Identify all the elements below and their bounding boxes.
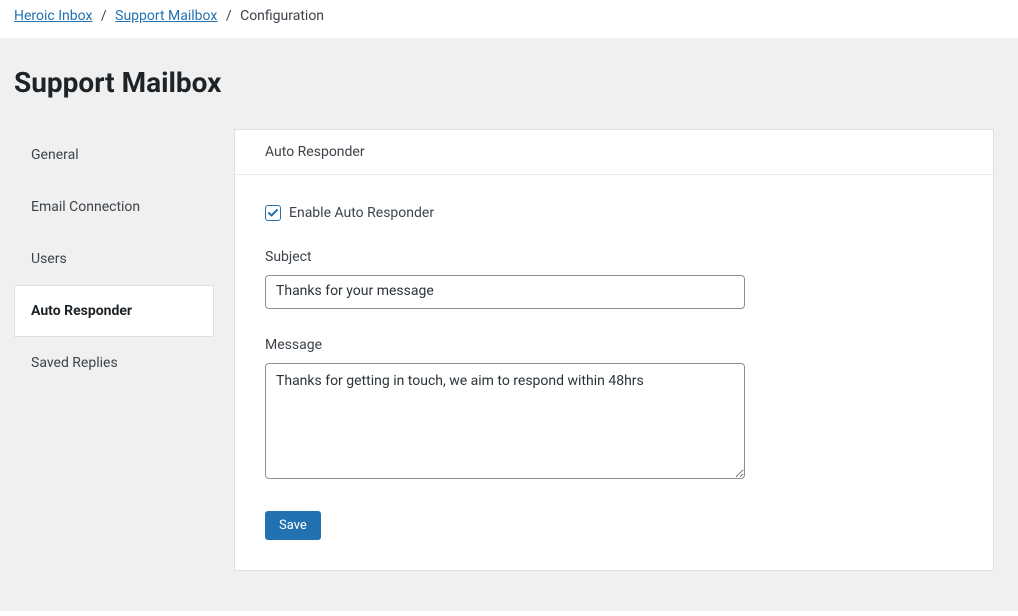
page-title: Support Mailbox (0, 38, 1018, 129)
sidenav: General Email Connection Users Auto Resp… (14, 129, 214, 389)
panel-body: Enable Auto Responder Subject Message Th… (235, 175, 993, 570)
breadcrumb-separator: / (101, 8, 107, 24)
breadcrumb-separator: / (226, 8, 232, 24)
checkmark-icon (267, 207, 279, 219)
panel-header: Auto Responder (235, 130, 993, 175)
enable-auto-responder-label[interactable]: Enable Auto Responder (289, 205, 434, 221)
enable-auto-responder-row: Enable Auto Responder (265, 205, 963, 221)
settings-panel: Auto Responder Enable Auto Responder Sub… (234, 129, 994, 571)
subject-input[interactable] (265, 275, 745, 309)
sidenav-item-general[interactable]: General (14, 129, 214, 181)
message-textarea[interactable]: Thanks for getting in touch, we aim to r… (265, 363, 745, 479)
message-field-group: Message Thanks for getting in touch, we … (265, 337, 963, 483)
subject-label: Subject (265, 249, 963, 265)
main-area: Support Mailbox General Email Connection… (0, 38, 1018, 611)
message-label: Message (265, 337, 963, 353)
sidenav-item-users[interactable]: Users (14, 233, 214, 285)
breadcrumb-link-heroic-inbox[interactable]: Heroic Inbox (14, 8, 92, 24)
sidenav-item-email-connection[interactable]: Email Connection (14, 181, 214, 233)
save-button[interactable]: Save (265, 511, 321, 540)
breadcrumb-link-support-mailbox[interactable]: Support Mailbox (115, 8, 217, 24)
layout: General Email Connection Users Auto Resp… (0, 129, 1018, 571)
sidenav-item-saved-replies[interactable]: Saved Replies (14, 337, 214, 389)
breadcrumb-current: Configuration (240, 8, 324, 24)
sidenav-item-auto-responder[interactable]: Auto Responder (14, 285, 214, 337)
subject-field-group: Subject (265, 249, 963, 309)
breadcrumb: Heroic Inbox / Support Mailbox / Configu… (0, 0, 1018, 38)
enable-auto-responder-checkbox[interactable] (265, 205, 281, 221)
